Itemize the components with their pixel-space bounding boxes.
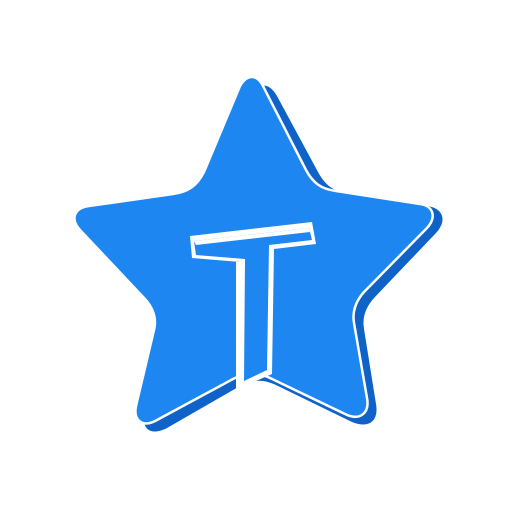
app-icon-canvas: [0, 0, 512, 512]
star-t-logo-icon: [73, 75, 443, 432]
t-stem-crease: [236, 262, 240, 390]
